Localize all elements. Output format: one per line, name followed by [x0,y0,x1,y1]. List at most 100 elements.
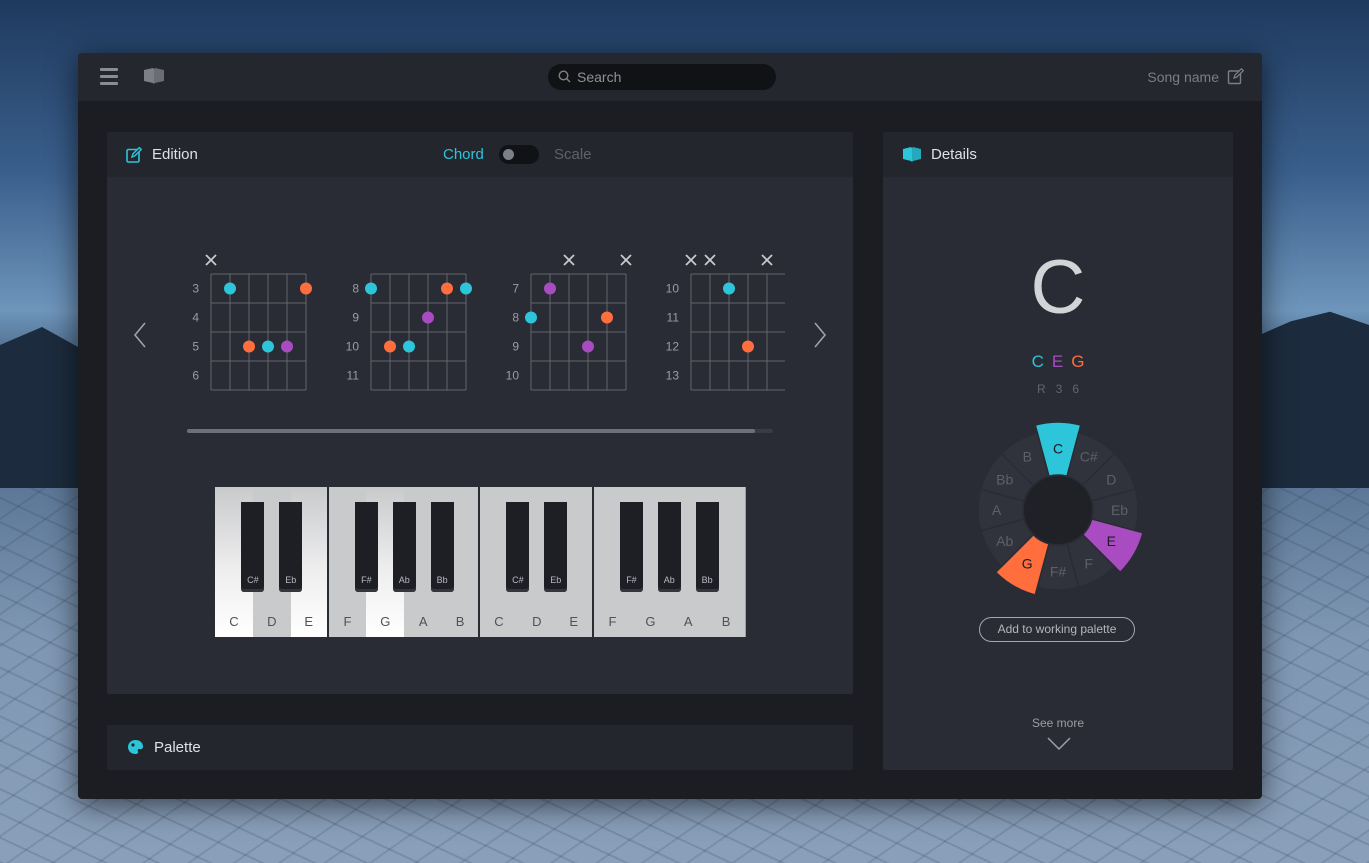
wheel-note-label: C# [1080,449,1098,465]
muted-string-icon[interactable] [563,254,575,266]
piano-black-key[interactable]: Bb [695,502,719,592]
wheel-note-label: E [1107,533,1116,549]
wheel-note-label: Bb [996,471,1013,487]
piano-black-key[interactable]: F# [619,502,643,592]
piano-black-key[interactable]: Ab [392,502,416,592]
degree-root: R [1036,382,1046,396]
next-arrow-icon[interactable] [813,322,827,348]
piano-black-key[interactable]: Ab [657,502,681,592]
finger-dot[interactable] [422,311,434,324]
fret-number: 9 [512,340,519,354]
finger-dot[interactable] [601,311,613,324]
fret-number: 9 [352,311,359,325]
piano-black-key[interactable]: F# [354,502,378,592]
finger-dot[interactable] [460,282,472,295]
finger-dot[interactable] [403,340,415,353]
hamburger-menu-icon[interactable] [100,68,120,86]
fret-number: 5 [192,340,199,354]
chord-notes: CEG [883,352,1233,372]
muted-string-icon[interactable] [685,254,697,266]
search-input[interactable] [577,64,757,90]
note-root: C [1031,352,1044,371]
muted-string-icon[interactable] [761,254,773,266]
chord-name: C [1030,245,1086,330]
fret-number: 11 [667,311,680,325]
fret-number: 10 [506,369,520,383]
fret-number: 12 [666,340,680,354]
previous-arrow-icon[interactable] [133,322,147,348]
piano-key-label: B [721,614,731,629]
library-book-icon[interactable] [143,68,167,86]
mode-chord-label[interactable]: Chord [443,146,484,163]
piano-key-label: Bb [701,575,713,585]
piano-black-key[interactable]: Bb [430,502,454,592]
piano-keyboard[interactable]: C D E F G A B C D E F G A B C# Eb F# Ab Bb C# Eb F# Ab Bb [215,487,747,637]
piano-key-label: E [569,614,578,629]
chord-diagram[interactable]: 10 11 12 13 [666,254,785,391]
finger-dot[interactable] [243,340,255,353]
muted-string-icon[interactable] [205,254,217,266]
finger-dot[interactable] [384,340,396,353]
piano-black-key[interactable]: Eb [544,502,568,592]
fret-number: 10 [666,282,680,296]
piano-key-label: F [608,614,617,629]
palette-panel[interactable]: Palette [107,725,853,770]
piano-black-key[interactable]: Eb [279,502,303,592]
muted-string-icon[interactable] [620,254,632,266]
add-to-palette-button[interactable]: Add to working palette [979,617,1135,642]
finger-dot[interactable] [441,282,453,295]
fret-number: 13 [666,369,680,383]
see-more-link[interactable]: See more [883,716,1233,730]
finger-dot[interactable] [300,282,312,295]
song-name-edit[interactable]: Song name [1147,68,1244,85]
fret-number: 10 [346,340,360,354]
wheel-note-label: B [1023,449,1032,465]
piano-key-label: G [380,614,391,629]
details-panel: Details C CEG R36 C C# D Eb E F F# G Ab A Bb B Add … [883,132,1233,770]
piano-key-label: F [343,614,352,629]
edition-title: Edition [152,146,198,163]
finger-dot[interactable] [582,340,594,353]
piano-key-label: Ab [398,575,410,585]
mode-scale-label[interactable]: Scale [554,146,592,163]
fret-number: 8 [352,282,359,296]
chord-diagrams[interactable]: 3 4 5 6 8 9 10 11 7 8 9 10 10 11 12 13 [175,240,785,410]
piano-key-label: A [418,614,428,629]
finger-dot[interactable] [281,340,293,353]
finger-dot[interactable] [544,282,556,295]
finger-dot[interactable] [224,282,236,295]
fret-number: 11 [347,369,360,383]
wheel-note-label: G [1022,555,1033,571]
wheel-note-label: F# [1050,564,1067,580]
palette-title: Palette [154,739,201,756]
muted-string-icon[interactable] [704,254,716,266]
chord-diagram[interactable]: 7 8 9 10 [506,254,632,391]
search-box[interactable] [548,64,776,90]
finger-dot[interactable] [262,340,274,353]
note-wheel[interactable]: C C# D Eb EF F# G Ab A Bb B [958,410,1158,610]
finger-dot[interactable] [365,282,377,295]
chord-scale-toggle[interactable] [499,145,539,164]
chord-diagram[interactable]: 3 4 5 6 [192,254,312,391]
piano-key-label: C [494,614,504,629]
note-third: E [1051,352,1064,371]
finger-dot[interactable] [525,311,537,324]
book-icon [903,147,921,162]
search-icon [558,70,571,83]
piano-key-label: G [645,614,656,629]
app-window: Song name Edition Chord Scale 3 4 5 6 8 9 10 11… [78,53,1262,799]
piano-black-key[interactable]: C# [241,502,265,592]
scrollbar-thumb[interactable] [187,429,755,433]
wheel-center [1024,476,1092,544]
piano-key-label: Eb [550,575,562,585]
degree-third: 3 [1055,382,1063,396]
fret-number: 6 [192,369,199,383]
chord-diagram[interactable]: 8 9 10 11 [346,273,472,391]
note-fifth: G [1071,352,1085,371]
chevron-down-icon[interactable] [1047,737,1071,750]
piano-key-label: F# [361,575,372,585]
finger-dot[interactable] [742,340,754,353]
piano-black-key[interactable]: C# [506,502,530,592]
diagram-scrollbar[interactable] [187,429,773,433]
finger-dot[interactable] [723,282,735,295]
